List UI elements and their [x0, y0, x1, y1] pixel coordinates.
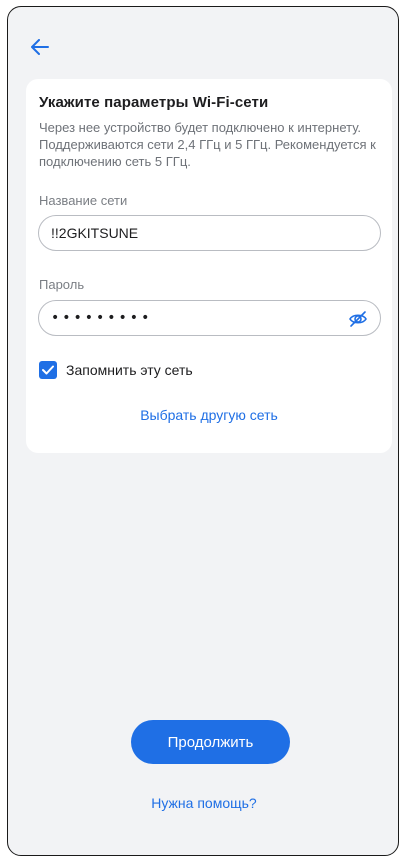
continue-button[interactable]: Продолжить: [131, 720, 290, 764]
remember-network-checkbox[interactable]: Запомнить эту сеть: [39, 361, 193, 379]
arrow-left-icon: [31, 39, 49, 55]
choose-other-network-link[interactable]: Выбрать другую сеть: [26, 407, 392, 423]
password-field[interactable]: •••••••••: [38, 300, 381, 336]
wifi-settings-card: Укажите параметры Wi-Fi-сети Через нее у…: [26, 79, 392, 453]
remember-network-label: Запомнить эту сеть: [66, 362, 193, 378]
help-link[interactable]: Нужна помощь?: [8, 795, 398, 811]
phone-frame: Укажите параметры Wi-Fi-сети Через нее у…: [7, 6, 399, 856]
card-title: Укажите параметры Wi-Fi-сети: [39, 94, 269, 111]
network-name-label: Название сети: [39, 193, 128, 208]
password-label: Пароль: [39, 277, 85, 292]
checkbox-checked-icon: [39, 361, 57, 379]
network-name-value: !!2GKITSUNE: [51, 225, 139, 241]
card-description: Через нее устройство будет подключено к …: [39, 120, 376, 169]
password-value: •••••••••: [51, 310, 153, 326]
network-name-field[interactable]: !!2GKITSUNE: [38, 215, 381, 251]
eye-off-icon[interactable]: [348, 309, 368, 329]
back-button[interactable]: [28, 35, 52, 59]
